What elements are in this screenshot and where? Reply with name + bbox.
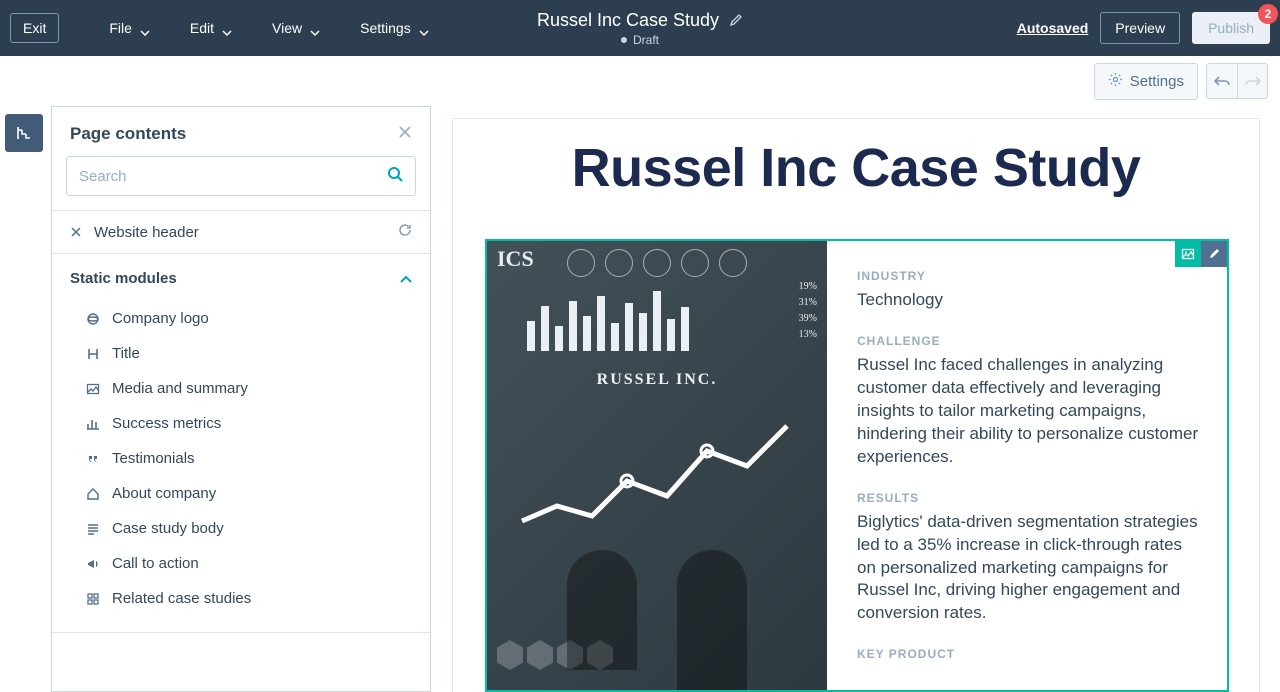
industry-value: Technology <box>857 289 1203 312</box>
bar-chart-icon <box>86 417 102 431</box>
topbar-actions: Autosaved Preview Publish 2 <box>1017 12 1270 44</box>
doc-status: Draft <box>621 33 659 47</box>
challenge-label: CHALLENGE <box>857 334 1203 348</box>
publish-button[interactable]: Publish 2 <box>1192 12 1270 44</box>
module-case-study-body[interactable]: Case study body <box>52 511 430 546</box>
image-icon <box>86 382 102 396</box>
module-title[interactable]: Title <box>52 336 430 371</box>
topbar: Exit File Edit View Settings Russel Inc … <box>0 0 1280 56</box>
paragraph-icon <box>86 522 102 536</box>
megaphone-icon <box>86 557 102 571</box>
results-label: RESULTS <box>857 491 1203 505</box>
module-label: Related case studies <box>112 590 251 607</box>
preview-button[interactable]: Preview <box>1100 12 1180 44</box>
module-call-to-action[interactable]: Call to action <box>52 546 430 581</box>
edit-title-icon[interactable] <box>729 13 743 27</box>
doc-title: Russel Inc Case Study <box>537 10 719 31</box>
refresh-icon[interactable] <box>398 223 412 241</box>
hero-percent-labels: 19%31%39%13% <box>799 279 817 343</box>
summary-panel[interactable]: INDUSTRY Technology CHALLENGE Russel Inc… <box>827 241 1227 690</box>
menu-view[interactable]: View <box>252 20 340 36</box>
module-label: Success metrics <box>112 415 221 432</box>
static-modules-label: Static modules <box>70 270 177 287</box>
search-icon[interactable] <box>387 166 403 187</box>
module-label: Call to action <box>112 555 199 572</box>
results-value: Biglytics' data-driven segmentation stra… <box>857 511 1203 626</box>
hero-corner-text: ICS <box>497 246 534 272</box>
chevron-up-icon <box>400 270 412 287</box>
search-input[interactable] <box>79 168 387 185</box>
undo-button[interactable] <box>1207 64 1237 98</box>
page-settings-label: Settings <box>1130 73 1184 90</box>
menu-edit[interactable]: Edit <box>170 20 252 36</box>
hero-brand-text: RUSSEL INC. <box>597 371 718 389</box>
publish-label: Publish <box>1208 20 1254 36</box>
menu-file-label: File <box>109 20 132 36</box>
menu-view-label: View <box>272 20 302 36</box>
page-heading[interactable]: Russel Inc Case Study <box>453 137 1259 199</box>
status-dot-icon <box>621 37 627 43</box>
close-small-icon <box>70 226 84 238</box>
page-contents-rail-button[interactable] <box>5 114 43 152</box>
block-image-button[interactable] <box>1175 241 1201 267</box>
media-summary-block[interactable]: ICS 19%31%39%13% RUSSEL INC. <box>485 239 1229 692</box>
chevron-down-icon <box>222 23 232 33</box>
block-edit-button[interactable] <box>1201 241 1227 267</box>
module-about-company[interactable]: About company <box>52 476 430 511</box>
page-canvas: Russel Inc Case Study ICS 19%31%39%13% R… <box>452 118 1260 692</box>
menu-file[interactable]: File <box>89 20 170 36</box>
industry-label: INDUSTRY <box>857 269 1203 283</box>
static-modules-section[interactable]: Static modules <box>52 254 430 297</box>
challenge-value: Russel Inc faced challenges in analyzing… <box>857 354 1203 469</box>
secondary-toolbar: Settings <box>0 56 1280 106</box>
hero-trend-line <box>517 421 797 541</box>
publish-badge: 2 <box>1258 4 1278 24</box>
key-product-label: KEY PRODUCT <box>857 647 1203 661</box>
doc-title-area: Russel Inc Case Study Draft <box>537 10 743 47</box>
page-contents-panel: Page contents Website header Static modu… <box>51 106 431 692</box>
module-success-metrics[interactable]: Success metrics <box>52 406 430 441</box>
hero-bars <box>527 291 689 351</box>
page-settings-button[interactable]: Settings <box>1094 63 1198 100</box>
module-list: Company logo Title Media and summary Suc… <box>52 297 430 633</box>
module-label: Title <box>112 345 140 362</box>
autosaved-link[interactable]: Autosaved <box>1017 20 1089 36</box>
chevron-down-icon <box>140 23 150 33</box>
hero-image[interactable]: ICS 19%31%39%13% RUSSEL INC. <box>487 241 827 690</box>
exit-button[interactable]: Exit <box>10 13 59 43</box>
close-icon[interactable] <box>398 123 412 144</box>
module-label: Company logo <box>112 310 209 327</box>
module-website-header[interactable]: Website header <box>52 210 430 254</box>
menu-edit-label: Edit <box>190 20 214 36</box>
module-label: About company <box>112 485 216 502</box>
search-box[interactable] <box>66 156 416 196</box>
module-related-case-studies[interactable]: Related case studies <box>52 581 430 616</box>
panel-title: Page contents <box>70 124 186 144</box>
module-label: Media and summary <box>112 380 248 397</box>
undo-redo-group <box>1206 63 1268 99</box>
hero-top-icons <box>567 249 817 277</box>
module-website-header-label: Website header <box>94 224 199 241</box>
doc-status-label: Draft <box>633 33 659 47</box>
module-label: Case study body <box>112 520 224 537</box>
home-icon <box>86 487 102 501</box>
hero-people <box>487 550 827 690</box>
logo-icon <box>86 312 102 326</box>
chevron-down-icon <box>310 23 320 33</box>
gear-icon <box>1108 72 1123 91</box>
module-company-logo[interactable]: Company logo <box>52 301 430 336</box>
module-media-summary[interactable]: Media and summary <box>52 371 430 406</box>
module-label: Testimonials <box>112 450 195 467</box>
grid-icon <box>86 592 102 606</box>
module-testimonials[interactable]: Testimonials <box>52 441 430 476</box>
chevron-down-icon <box>419 23 429 33</box>
menu-settings[interactable]: Settings <box>340 20 449 36</box>
redo-button[interactable] <box>1237 64 1267 98</box>
heading-icon <box>86 347 102 361</box>
main-menu: File Edit View Settings <box>89 20 448 36</box>
quote-icon <box>86 452 102 466</box>
block-toolbar <box>1175 241 1227 267</box>
menu-settings-label: Settings <box>360 20 411 36</box>
